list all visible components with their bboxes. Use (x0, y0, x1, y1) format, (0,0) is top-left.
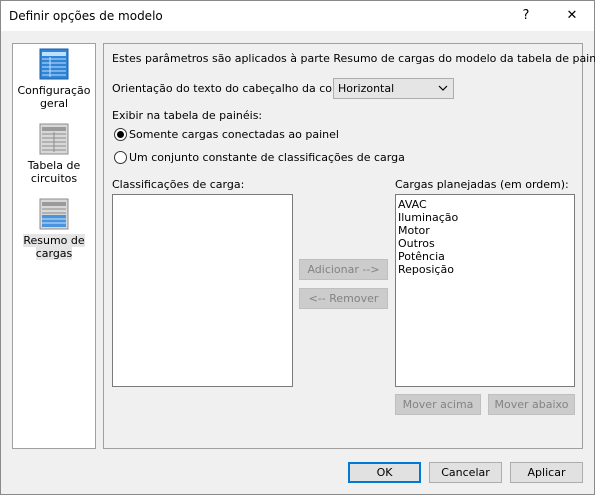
dialog-title: Definir opções de modelo (9, 9, 163, 23)
nav-label-load-summary-1: Resumo de (23, 234, 85, 247)
list-item[interactable]: Outros (396, 237, 574, 250)
apply-button[interactable]: Aplicar (510, 462, 583, 483)
nav-label-circuits-1: Tabela de (27, 159, 81, 172)
panel-description: Estes parâmetros são aplicados à parte R… (112, 52, 595, 65)
nav-label-load-summary-2: cargas (35, 247, 73, 260)
radio-connected-loads[interactable] (114, 128, 127, 141)
chevron-down-icon (437, 81, 449, 98)
planned-loads-listbox[interactable]: AVAC Iluminação Motor Outros Potência Re… (395, 194, 575, 387)
title-bar: Definir opções de modelo ? ✕ (1, 1, 594, 31)
nav-item-general[interactable]: Configuração geral (17, 48, 91, 110)
nav-label-circuits-2: circuitos (30, 172, 78, 185)
orientation-value: Horizontal (338, 82, 395, 95)
radio-connected-label[interactable]: Somente cargas conectadas ao painel (129, 128, 339, 141)
show-in-table-label: Exibir na tabela de painéis: (112, 109, 263, 122)
classifications-listbox[interactable] (112, 194, 293, 387)
move-down-button[interactable]: Mover abaixo (488, 394, 575, 415)
load-summary-icon (39, 198, 69, 230)
list-item[interactable]: AVAC (396, 198, 574, 211)
list-item[interactable]: Iluminação (396, 211, 574, 224)
remove-button[interactable]: <-- Remover (299, 288, 388, 309)
orientation-select[interactable]: Horizontal (333, 78, 454, 99)
list-item[interactable]: Potência (396, 250, 574, 263)
general-settings-icon (39, 48, 69, 80)
radio-constant-label[interactable]: Um conjunto constante de classificações … (129, 151, 405, 164)
nav-label-general-1: Configuração (17, 84, 91, 97)
orientation-label: Orientação do texto do cabeçalho da colu… (112, 82, 360, 95)
nav-label-general-2: geral (39, 97, 69, 110)
close-button[interactable]: ✕ (552, 1, 592, 31)
radio-constant-set[interactable] (114, 151, 127, 164)
help-button[interactable]: ? (506, 1, 546, 31)
list-item[interactable]: Motor (396, 224, 574, 237)
radio-selected-dot (117, 131, 124, 138)
circuit-table-icon (39, 123, 69, 155)
planned-loads-label: Cargas planejadas (em ordem): (395, 178, 569, 191)
nav-item-circuits[interactable]: Tabela de circuitos (17, 123, 91, 185)
cancel-button[interactable]: Cancelar (429, 462, 502, 483)
add-button[interactable]: Adicionar --> (299, 259, 388, 280)
move-up-button[interactable]: Mover acima (395, 394, 481, 415)
ok-button[interactable]: OK (348, 462, 421, 483)
nav-item-load-summary[interactable]: Resumo de cargas (17, 198, 91, 260)
classifications-label: Classificações de carga: (112, 178, 245, 191)
category-nav: Configuração geral Tabela de circuitos R… (12, 43, 96, 449)
dialog-window: Definir opções de modelo ? ✕ Configuraçã… (0, 0, 595, 495)
list-item[interactable]: Reposição (396, 263, 574, 276)
